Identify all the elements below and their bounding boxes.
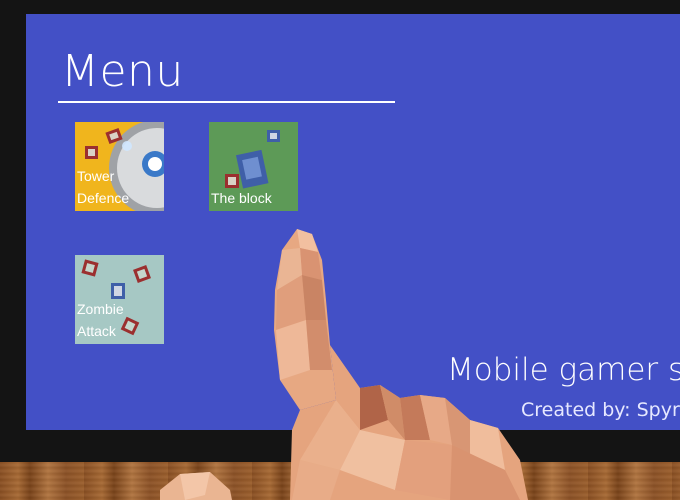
pointing-hand-icon [160, 229, 528, 500]
